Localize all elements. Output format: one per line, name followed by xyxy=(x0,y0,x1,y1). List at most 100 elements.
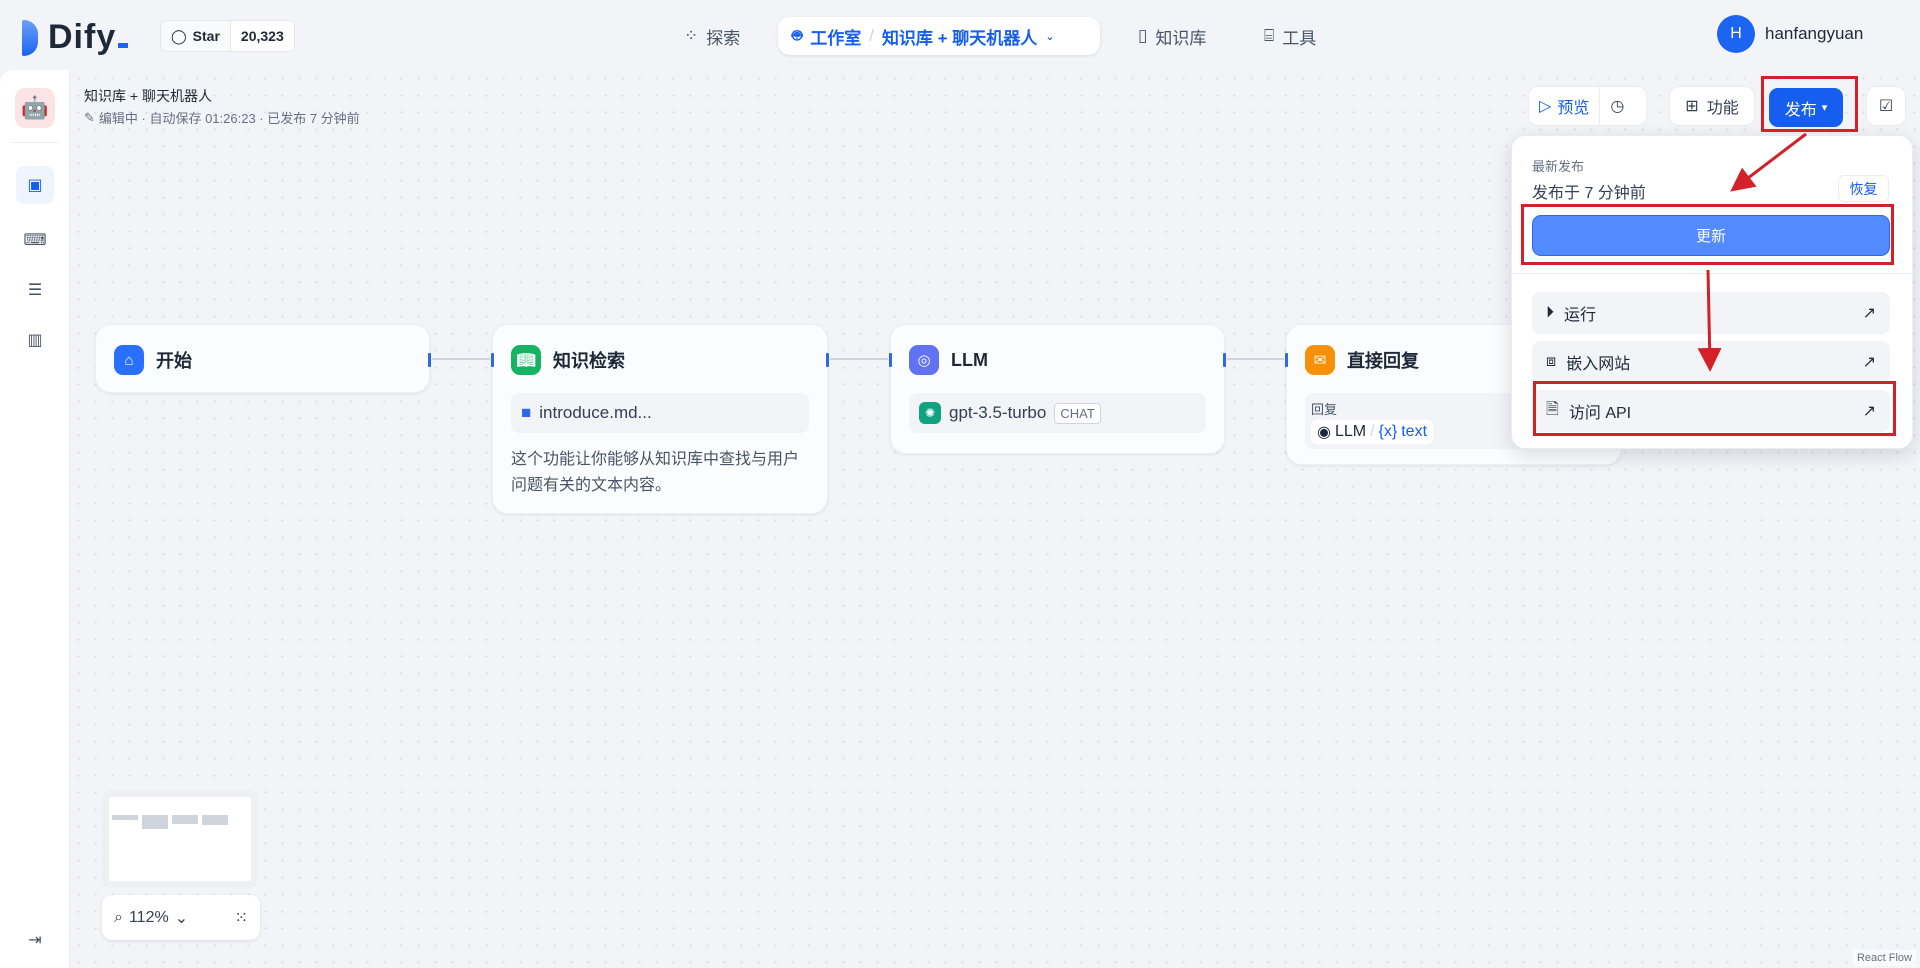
arrow-up-right-icon: ↗ xyxy=(1862,354,1876,371)
publish-label: 发布 xyxy=(1784,101,1817,119)
nav-explore[interactable]: ⁘ 探索 xyxy=(670,17,754,55)
menu-item-api[interactable]: 🗎 访问 API ↗ xyxy=(1532,390,1890,432)
collapse-sidebar-icon[interactable]: ⇥ xyxy=(16,921,54,959)
arrow-up-right-icon: ↗ xyxy=(1862,305,1876,322)
arrow-up-right-icon: ↗ xyxy=(1862,403,1876,420)
app-sidebar: 🤖 ▣ ⌨ ☰ ▥ ⇥ xyxy=(0,70,70,968)
node-title: LLM xyxy=(951,349,988,370)
node-llm[interactable]: ◎ LLM ✺ gpt-3.5-turbo CHAT xyxy=(889,324,1226,454)
robot-icon: 🤖︎ xyxy=(792,26,803,45)
model-chip: ✺ gpt-3.5-turbo CHAT xyxy=(909,393,1206,433)
workflow-orchestrate-icon[interactable]: ▣ xyxy=(16,166,54,204)
layout-icon[interactable]: ⁙ xyxy=(235,908,248,928)
edge xyxy=(830,358,888,360)
variable-icon: {x} xyxy=(1378,423,1398,440)
history-icon: ◷ xyxy=(1610,98,1625,115)
published-time: 发布于 7 分钟前 xyxy=(1532,185,1646,202)
checklist-icon: ☑ xyxy=(1878,98,1894,115)
nav-tools[interactable]: ⌸ 工具 xyxy=(1250,17,1330,55)
preview-button[interactable]: ▷ 预览 xyxy=(1529,87,1601,125)
github-icon: ◯ xyxy=(171,27,187,44)
star-count: 20,323 xyxy=(229,21,294,51)
book-icon: ▯ xyxy=(1138,26,1148,45)
explore-icon: ⁘ xyxy=(684,26,699,45)
node-knowledge-retrieval[interactable]: 📖︎ 知识检索 ■ introduce.md... 这个功能让你能够从知识库中查找与… xyxy=(491,324,829,514)
chevron-down-icon: ⌄ xyxy=(1045,30,1055,43)
nav-studio-label: 工作室 xyxy=(810,28,862,48)
react-flow-attribution[interactable]: React Flow xyxy=(1852,950,1916,966)
github-star-button[interactable]: ◯ Star 20,323 xyxy=(160,20,295,52)
checklist-button[interactable]: ☑ xyxy=(1866,86,1906,126)
home-icon: ⌂ xyxy=(114,345,144,375)
node-header: ✉ 直接回复 xyxy=(1305,345,1419,375)
var-sep: / xyxy=(1370,423,1375,440)
target-handle[interactable] xyxy=(491,353,494,367)
top-header: Dify ◯ Star 20,323 ⁘ 探索 🤖︎ 工作室 / 知识库 + 聊天机器人 ⌄… xyxy=(0,0,1920,70)
target-handle[interactable] xyxy=(1285,353,1288,367)
play-icon: ▷ xyxy=(1539,98,1552,115)
publish-button[interactable]: 发布 ▾ xyxy=(1769,88,1843,127)
embed-icon: ⧈ xyxy=(1546,353,1557,370)
divider xyxy=(1512,273,1912,274)
nav-explore-label: 探索 xyxy=(706,28,741,48)
nav-datasets[interactable]: ▯ 知识库 xyxy=(1124,17,1220,55)
nav-tools-label: 工具 xyxy=(1282,28,1317,48)
logo-mark xyxy=(22,19,38,56)
var-node: LLM xyxy=(1334,423,1367,440)
logs-icon[interactable]: ☰ xyxy=(16,271,54,309)
model-name: gpt-3.5-turbo xyxy=(949,403,1047,422)
restore-button[interactable]: 恢复 xyxy=(1838,175,1889,202)
dataset-name: introduce.md... xyxy=(539,403,652,422)
history-button[interactable]: ◷ xyxy=(1600,87,1634,125)
menu-item-embed[interactable]: ⧈ 嵌入网站 ↗ xyxy=(1532,341,1890,383)
preview-group: ▷ 预览 ◷ xyxy=(1528,86,1647,126)
nav-studio[interactable]: 🤖︎ 工作室 / 知识库 + 聊天机器人 ⌄ xyxy=(778,17,1100,55)
folder-icon: ■ xyxy=(521,403,532,422)
variable-tag: ◉ LLM / {x} text xyxy=(1311,420,1434,444)
preview-label: 预览 xyxy=(1557,100,1590,117)
features-button[interactable]: ⊞ 功能 xyxy=(1669,86,1755,126)
zoom-controls: ⌕ 112% ⌄ ⁙ xyxy=(102,895,260,940)
pencil-icon: ✎ xyxy=(84,109,95,125)
llm-icon: ◉ xyxy=(1317,424,1331,441)
app-title: 知识库 + 聊天机器人 xyxy=(84,88,212,104)
avatar: H xyxy=(1717,15,1755,53)
dataset-chip: ■ introduce.md... xyxy=(511,393,809,433)
node-header: ⌂ 开始 xyxy=(114,345,192,375)
book-open-icon: 📖︎ xyxy=(511,345,541,375)
divider xyxy=(12,142,58,143)
chevron-down-icon[interactable]: ⌄ xyxy=(175,908,188,928)
zoom-level[interactable]: 112% xyxy=(129,909,169,927)
reply-icon: ✉ xyxy=(1305,345,1335,375)
publish-dropdown: 最新发布 发布于 7 分钟前 恢复 更新 ⏵ 运行 ↗ ⧈ 嵌入网站 ↗ 🗎 访问 API… xyxy=(1511,135,1913,449)
play-circle-icon: ⏵ xyxy=(1546,304,1555,321)
llm-icon: ◎ xyxy=(909,345,939,375)
latest-publish-label: 最新发布 xyxy=(1532,159,1585,174)
target-handle[interactable] xyxy=(889,353,892,367)
terminal-icon[interactable]: ⌨ xyxy=(16,221,54,259)
grid-icon: ⊞ xyxy=(1685,98,1699,115)
breadcrumb-separator: / xyxy=(869,26,874,45)
node-start[interactable]: ⌂ 开始 xyxy=(95,324,431,393)
source-handle[interactable] xyxy=(428,353,431,367)
breadcrumb-app[interactable]: 知识库 + 聊天机器人 xyxy=(882,24,1037,49)
source-handle[interactable] xyxy=(1223,353,1226,367)
file-icon: 🗎 xyxy=(1546,400,1559,418)
zoom-search-icon: ⌕ xyxy=(114,908,123,926)
menu-item-label: 访问 API xyxy=(1568,405,1632,422)
app-status-text: 编辑中 · 自动保存 01:26:23 · 已发布 7 分钟前 xyxy=(98,111,360,126)
node-header: 📖︎ 知识检索 xyxy=(511,345,625,375)
app-status: ✎ 编辑中 · 自动保存 01:26:23 · 已发布 7 分钟前 xyxy=(84,108,360,127)
app-icon[interactable]: 🤖 xyxy=(15,88,55,128)
star-label: Star xyxy=(192,28,220,44)
logo-text: Dify xyxy=(48,18,117,56)
update-button[interactable]: 更新 xyxy=(1532,215,1890,256)
menu-item-run[interactable]: ⏵ 运行 ↗ xyxy=(1532,292,1890,334)
edge xyxy=(432,358,490,360)
minimap[interactable] xyxy=(102,790,258,888)
dify-logo[interactable]: Dify xyxy=(22,18,129,57)
source-handle[interactable] xyxy=(826,353,829,367)
user-menu[interactable]: Hhanfangyuan xyxy=(1717,15,1863,53)
edge xyxy=(1227,358,1284,360)
chart-icon[interactable]: ▥ xyxy=(16,321,54,359)
